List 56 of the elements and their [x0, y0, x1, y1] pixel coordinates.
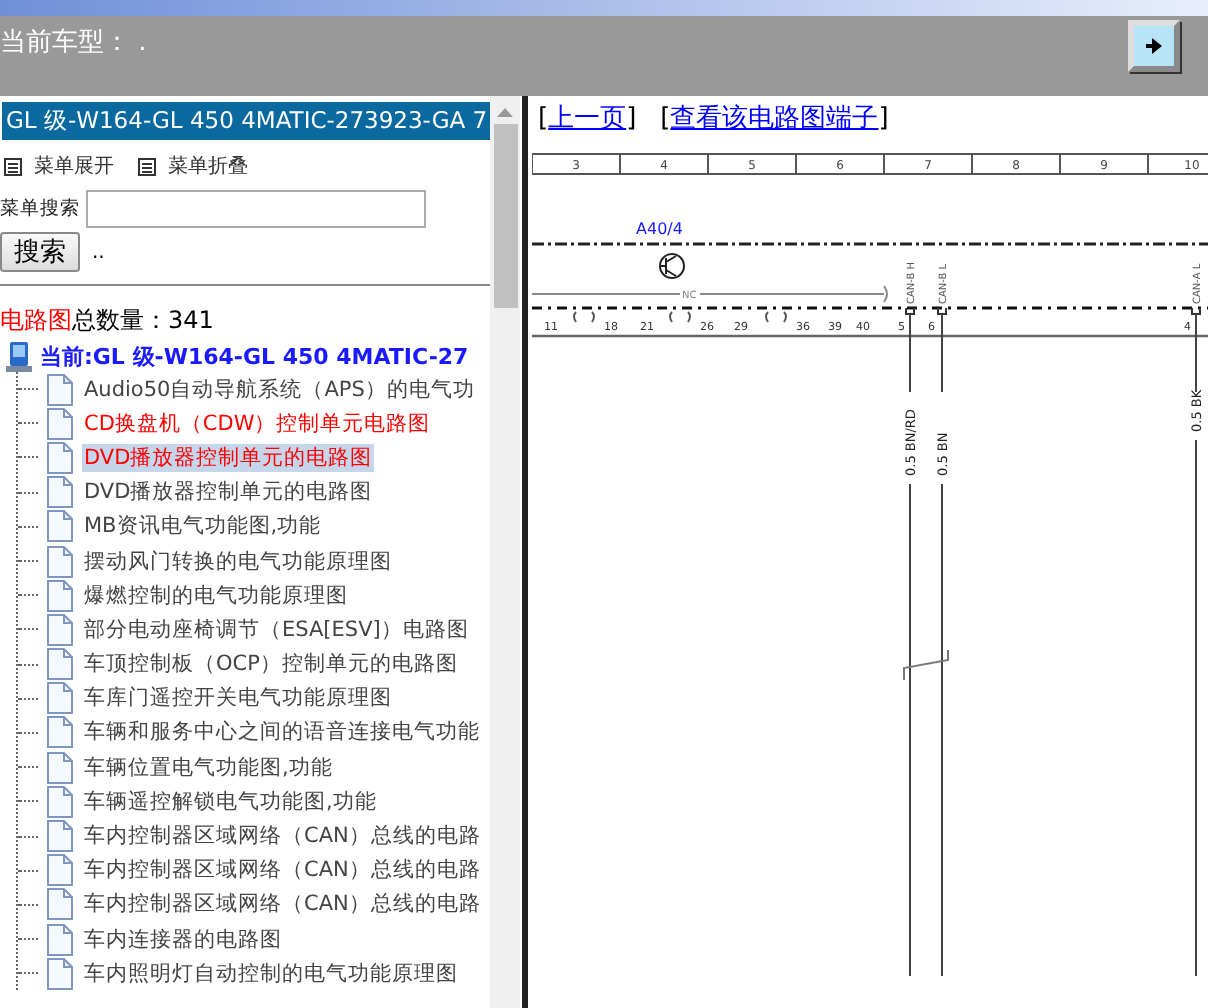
tree-item[interactable]: 车内连接器的电路图	[82, 925, 284, 954]
document-icon	[46, 407, 74, 440]
tree-item[interactable]: 车顶控制板（OCP）控制单元的电路图	[82, 650, 460, 679]
list-icon[interactable]	[4, 157, 22, 175]
tree-item[interactable]: 车辆位置电气功能图,功能	[82, 753, 335, 782]
tree-item[interactable]: 车辆遥控解锁电气功能图,功能	[82, 787, 379, 816]
tree-item[interactable]: 车内控制器区域网络（CAN）总线的电路	[82, 822, 483, 851]
document-icon	[46, 648, 74, 681]
current-model-link[interactable]: 当前:GL 级-W164-GL 450 4MATIC-27	[40, 342, 469, 372]
document-icon	[46, 888, 74, 921]
link[interactable]: [上一页]	[538, 100, 637, 136]
toggle-button[interactable]	[1128, 20, 1180, 72]
tree-item[interactable]: DVD播放器控制单元的电路图	[82, 478, 375, 507]
tree-item[interactable]: Audio50自动导航系统（APS）的电气功	[82, 375, 477, 404]
document-icon	[46, 373, 74, 406]
document-icon	[46, 545, 74, 578]
scrollbar[interactable]	[490, 96, 520, 1008]
document-icon	[46, 441, 74, 474]
tree-item[interactable]: CD换盘机（CDW）控制单元电路图	[82, 409, 433, 438]
tree-item[interactable]: 爆燃控制的电气功能原理图	[82, 581, 350, 610]
tree-item[interactable]: MB资讯电气功能图,功能	[82, 512, 324, 541]
document-icon	[46, 923, 74, 956]
scroll-up-icon[interactable]	[496, 106, 514, 118]
collapse-menu-link[interactable]: 菜单折叠	[168, 152, 248, 180]
document-icon	[46, 785, 74, 818]
link[interactable]: [查看该电路图端子]	[660, 100, 889, 136]
diagram-label: 电路图	[0, 306, 72, 334]
document-icon	[46, 957, 74, 990]
tree-item[interactable]: 车库门遥控开关电气功能原理图	[82, 684, 394, 713]
count-label: 总数量：341	[72, 306, 214, 334]
arrow-right-icon	[1144, 34, 1164, 58]
document-icon	[46, 716, 74, 749]
tree-item[interactable]: 摆动风门转换的电气功能原理图	[82, 547, 394, 576]
document-icon	[46, 510, 74, 543]
car-model-label: 当前车型： .	[0, 26, 147, 60]
search-hint: ..	[92, 241, 105, 263]
document-icon	[46, 476, 74, 509]
tree-item[interactable]: 车内照明灯自动控制的电气功能原理图	[82, 959, 460, 988]
document-icon	[46, 751, 74, 784]
computer-icon	[6, 342, 34, 372]
search-label: 菜单搜索	[0, 196, 80, 222]
search-button[interactable]: 搜索	[0, 232, 80, 272]
document-icon	[46, 579, 74, 612]
list-icon[interactable]	[138, 157, 156, 175]
tree-item[interactable]: 车内控制器区域网络（CAN）总线的电路	[82, 856, 483, 885]
expand-menu-link[interactable]: 菜单展开	[34, 152, 114, 180]
document-icon	[46, 682, 74, 715]
search-field[interactable]	[86, 190, 426, 228]
scroll-thumb[interactable]	[493, 124, 517, 308]
document-icon	[46, 613, 74, 646]
document-icon	[46, 820, 74, 853]
tree-item[interactable]: 车辆和服务中心之间的语音连接电气功能	[82, 718, 482, 747]
vehicle-title: GL 级-W164-GL 450 4MATIC-273923-GA 7	[2, 102, 490, 140]
tree-item[interactable]: 部分电动座椅调节（ESA[ESV]）电路图	[82, 615, 471, 644]
tree-item[interactable]: 车内控制器区域网络（CAN）总线的电路	[82, 890, 483, 919]
document-icon	[46, 854, 74, 887]
